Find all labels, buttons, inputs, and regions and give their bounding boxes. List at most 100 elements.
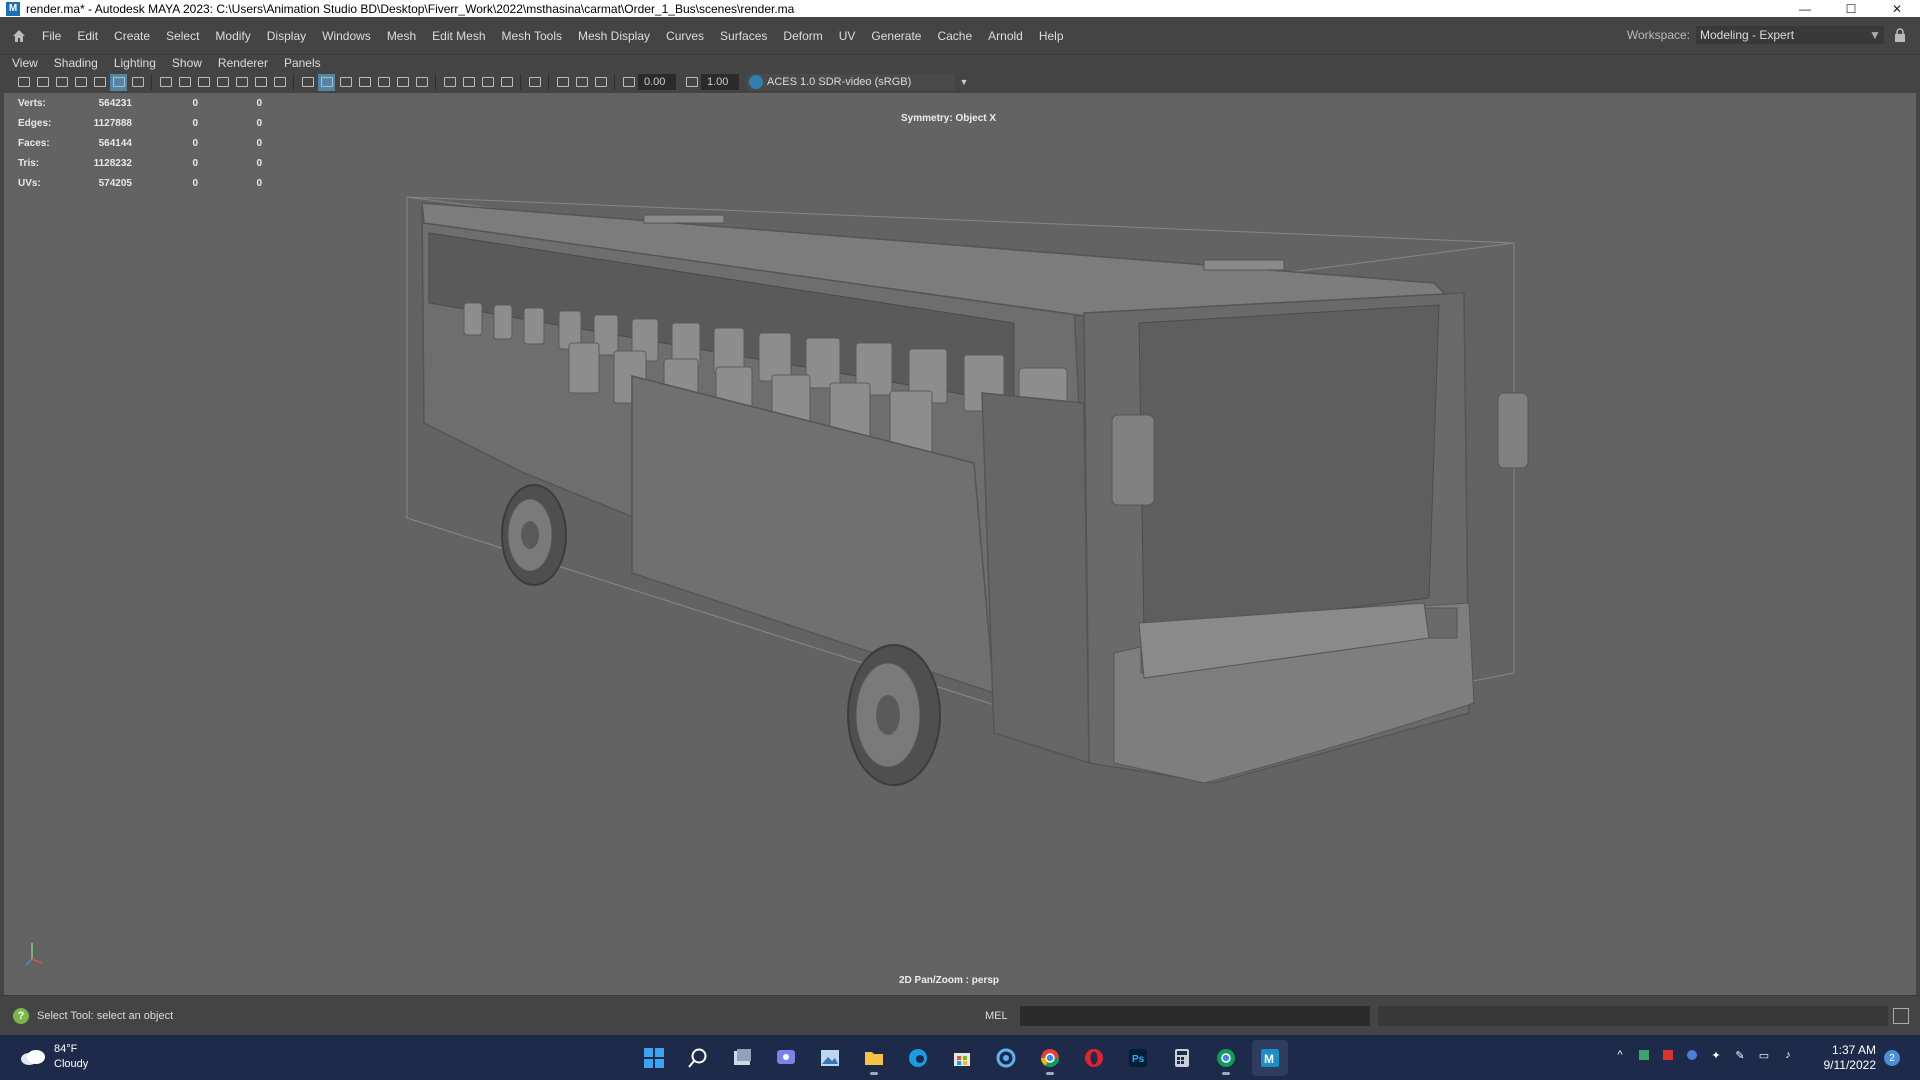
exposure-icon[interactable] (620, 74, 637, 91)
menu-mesh[interactable]: Mesh (379, 29, 424, 43)
lock-icon[interactable] (1894, 28, 1906, 42)
windows-start-icon[interactable] (636, 1040, 672, 1076)
grease-pencil-icon[interactable] (129, 74, 146, 91)
2d-pan-zoom-icon[interactable] (110, 73, 127, 91)
photoshop-icon[interactable]: Ps (1120, 1040, 1156, 1076)
menu-file[interactable]: File (34, 29, 69, 43)
menu-modify[interactable]: Modify (207, 29, 258, 43)
smooth-shade-icon[interactable] (318, 73, 335, 91)
menu-help[interactable]: Help (1031, 29, 1072, 43)
isolate-select-icon[interactable] (441, 74, 458, 91)
menu-edit[interactable]: Edit (69, 29, 106, 43)
select-camera-icon[interactable] (15, 74, 32, 91)
menu-create[interactable]: Create (106, 29, 158, 43)
menu-edit-mesh[interactable]: Edit Mesh (424, 29, 493, 43)
ambient-occlusion-icon[interactable] (413, 74, 430, 91)
exposure-field[interactable]: 0.00 (638, 74, 676, 90)
panel-menu-shading[interactable]: Shading (46, 56, 106, 70)
taskbar-clock[interactable]: 1:37 AM 9/11/2022 (1820, 1043, 1877, 1073)
search-icon[interactable] (680, 1040, 716, 1076)
edge-icon[interactable] (900, 1040, 936, 1076)
image-plane-icon[interactable] (72, 74, 89, 91)
panel-menu-view[interactable]: View (4, 56, 46, 70)
panel-menu-renderer[interactable]: Renderer (210, 56, 276, 70)
film-gate-icon[interactable] (176, 74, 193, 91)
panel-menu-lighting[interactable]: Lighting (106, 56, 164, 70)
settings-icon[interactable] (988, 1040, 1024, 1076)
photos-icon[interactable] (812, 1040, 848, 1076)
color-space-dropdown[interactable]: ACES 1.0 SDR-video (sRGB) (747, 74, 955, 90)
resolution-gate-icon[interactable] (195, 74, 212, 91)
menu-uv[interactable]: UV (831, 29, 864, 43)
use-all-lights-icon[interactable] (375, 74, 392, 91)
menu-surfaces[interactable]: Surfaces (712, 29, 775, 43)
network-icon[interactable]: ▭ (1756, 1047, 1772, 1063)
dropbox-icon[interactable]: ✦ (1708, 1047, 1724, 1063)
chevron-down-icon[interactable]: ▼ (955, 74, 973, 90)
workspace-dropdown[interactable]: Modeling - Expert ▼ (1696, 26, 1884, 44)
menu-cache[interactable]: Cache (929, 29, 980, 43)
command-line-input[interactable] (1020, 1006, 1370, 1026)
pen-icon[interactable]: ✎ (1732, 1047, 1748, 1063)
menu-mesh-display[interactable]: Mesh Display (570, 29, 658, 43)
app-tray-icon[interactable] (1660, 1047, 1676, 1063)
teams-chat-icon[interactable] (768, 1040, 804, 1076)
security-icon[interactable] (1636, 1047, 1652, 1063)
camera-attributes-icon[interactable] (34, 74, 51, 91)
panel-menu-panels[interactable]: Panels (276, 56, 329, 70)
menu-mesh-tools[interactable]: Mesh Tools (494, 29, 570, 43)
menu-arnold[interactable]: Arnold (980, 29, 1031, 43)
menu-select[interactable]: Select (158, 29, 207, 43)
home-icon[interactable] (4, 21, 34, 51)
grid-icon[interactable] (157, 74, 174, 91)
script-editor-icon[interactable] (1893, 1008, 1909, 1024)
fit-view-icon[interactable] (592, 74, 609, 91)
select-tool-icon[interactable] (526, 74, 543, 91)
perspective-viewport[interactable]: Verts: 564231 0 0 Edges: 1127888 0 0 Fac… (4, 93, 1916, 995)
volume-icon[interactable]: ♪ (1780, 1047, 1796, 1063)
hud-toggle-icon[interactable] (573, 74, 590, 91)
help-icon: ? (13, 1007, 29, 1024)
calculator-icon[interactable] (1164, 1040, 1200, 1076)
ui-toggle-icon[interactable] (554, 74, 571, 91)
menu-windows[interactable]: Windows (314, 29, 379, 43)
color-management-icon[interactable] (749, 75, 763, 89)
shadows-icon[interactable] (394, 74, 411, 91)
mel-toggle-button[interactable]: MEL (985, 1010, 1008, 1022)
minimize-button[interactable]: — (1782, 0, 1828, 17)
menu-generate[interactable]: Generate (863, 29, 929, 43)
maximize-button[interactable]: ☐ (1828, 0, 1874, 17)
close-button[interactable]: ✕ (1874, 0, 1920, 17)
vpn-icon[interactable] (1684, 1047, 1700, 1063)
chrome-icon[interactable] (1032, 1040, 1068, 1076)
field-chart-icon[interactable] (233, 74, 250, 91)
gate-mask-icon[interactable] (214, 74, 231, 91)
gamma-field[interactable]: 1.00 (701, 74, 739, 90)
safe-title-icon[interactable] (271, 74, 288, 91)
menu-deform[interactable]: Deform (775, 29, 830, 43)
xray-icon[interactable] (460, 74, 477, 91)
chevron-up-icon[interactable]: ^ (1612, 1047, 1628, 1063)
opera-icon[interactable] (1076, 1040, 1112, 1076)
hud-label: Edges: (18, 117, 52, 129)
weather-widget[interactable]: 84°F Cloudy (20, 1042, 88, 1072)
wireframe-icon[interactable] (299, 74, 316, 91)
menu-display[interactable]: Display (259, 29, 314, 43)
maya-taskbar-icon[interactable]: M (1252, 1040, 1288, 1076)
xray-joints-icon[interactable] (479, 74, 496, 91)
backface-culling-icon[interactable] (498, 74, 515, 91)
task-view-icon[interactable] (724, 1040, 760, 1076)
notification-badge[interactable]: 2 (1884, 1050, 1900, 1066)
panel-menu-show[interactable]: Show (164, 56, 210, 70)
microsoft-store-icon[interactable] (944, 1040, 980, 1076)
chrome-profile-icon[interactable] (1208, 1040, 1244, 1076)
pencil-icon[interactable] (91, 74, 108, 91)
safe-action-icon[interactable] (252, 74, 269, 91)
bookmarks-icon[interactable] (53, 74, 70, 91)
menu-curves[interactable]: Curves (658, 29, 712, 43)
file-explorer-icon[interactable] (856, 1040, 892, 1076)
hud-row-tris: Tris: 1128232 0 0 (18, 153, 262, 173)
wireframe-on-shaded-icon[interactable] (337, 74, 354, 91)
textured-icon[interactable] (356, 74, 373, 91)
gamma-icon[interactable] (683, 74, 700, 91)
